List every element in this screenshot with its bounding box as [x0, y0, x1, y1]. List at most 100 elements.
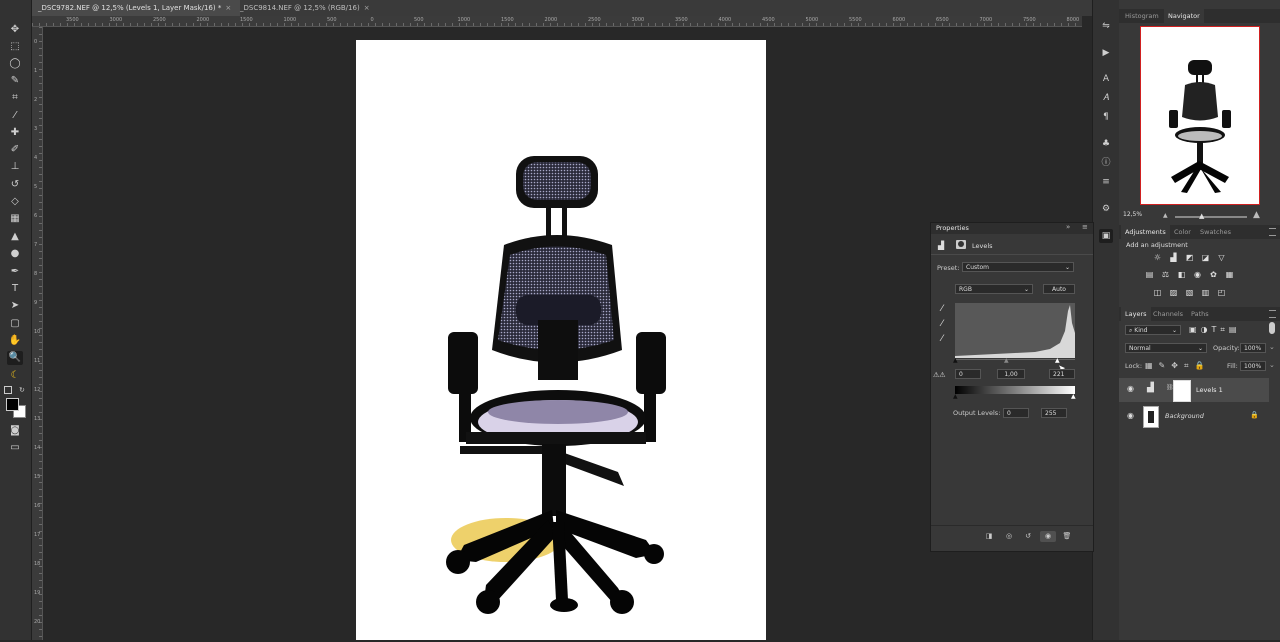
layer-name[interactable]: Background [1165, 412, 1204, 420]
gray-point-eyedropper-icon[interactable]: ⁄ [936, 318, 948, 330]
input-black-field[interactable]: 0 [955, 369, 981, 379]
input-gamma-field[interactable]: 1,00 [997, 369, 1025, 379]
zoom-in-icon[interactable]: ▲ [1253, 210, 1260, 220]
lasso-icon[interactable]: ◯ [7, 57, 23, 71]
brush-settings-icon[interactable]: ♣ [1099, 137, 1113, 151]
history-panel-icon[interactable]: ⇋ [1099, 19, 1113, 33]
properties-header[interactable]: Properties » ≡ [931, 223, 1093, 234]
input-black-slider[interactable]: ▲ [953, 357, 958, 364]
brush-icon[interactable]: ✐ [7, 143, 23, 157]
healing-icon[interactable]: ✚ [7, 126, 23, 140]
chevron-down-icon[interactable]: ⌄ [1269, 361, 1275, 369]
tab-swatches[interactable]: Swatches [1200, 225, 1231, 239]
eye-icon[interactable]: ◉ [1127, 411, 1134, 420]
navigator-zoom-slider[interactable] [1175, 216, 1247, 218]
tab-color[interactable]: Color [1174, 225, 1191, 239]
brightness-contrast-icon[interactable]: ☼ [1152, 253, 1163, 263]
history-brush-icon[interactable]: ↺ [7, 178, 23, 192]
adjust-sliders-icon[interactable]: ≡ [1099, 175, 1113, 189]
document-canvas[interactable] [356, 40, 766, 640]
color-balance-icon[interactable]: ⚖ [1160, 270, 1171, 280]
type-icon[interactable]: T [7, 282, 23, 296]
white-point-eyedropper-icon[interactable]: ⁄ [936, 333, 948, 345]
input-gamma-slider[interactable]: ▲ [1004, 357, 1009, 364]
invert-icon[interactable]: ◫ [1152, 288, 1163, 298]
exposure-adj-icon[interactable]: ◪ [1200, 253, 1211, 263]
layer-row-background[interactable]: ◉ Background 🔒 [1119, 404, 1269, 428]
screen-mode-icon[interactable]: ▭ [7, 441, 23, 455]
path-select-icon[interactable]: ➤ [7, 299, 23, 313]
zoom-slider-handle[interactable]: ▲ [1199, 212, 1204, 220]
pen-icon[interactable]: ✒ [7, 265, 23, 279]
output-black-field[interactable]: 0 [1003, 408, 1029, 418]
hand-icon[interactable]: ✋ [7, 334, 23, 348]
filter-toggle-icon[interactable] [1269, 322, 1275, 334]
close-icon[interactable]: × [225, 4, 231, 12]
info-panel-icon[interactable]: ⓘ [1099, 156, 1113, 170]
eye-icon[interactable]: ◉ [1127, 384, 1134, 393]
trash-icon[interactable]: 🗑 [1059, 531, 1075, 542]
lock-icons[interactable]: ▦✎✥⌗🔒 [1145, 361, 1210, 371]
visibility-eye-icon[interactable]: ◉ [1040, 531, 1056, 542]
black-white-icon[interactable]: ◧ [1176, 270, 1187, 280]
tab-document-2[interactable]: _DSC9814.NEF @ 12,5% (RGB/16) × [234, 0, 376, 16]
channel-select[interactable]: RGB ⌄ [955, 284, 1033, 294]
character-panel-icon[interactable]: A [1099, 72, 1113, 86]
panel-menu-icon[interactable] [1269, 228, 1276, 236]
tab-channels[interactable]: Channels [1153, 307, 1183, 321]
marquee-icon[interactable]: ⬚ [7, 40, 23, 54]
foreground-color-swatch[interactable] [6, 398, 19, 411]
layer-row-levels[interactable]: ◉ ▟ ⛓ Levels 1 [1119, 378, 1269, 402]
output-black-slider[interactable]: ▲ [953, 393, 958, 400]
levels-adj-icon[interactable]: ▟ [1168, 253, 1179, 263]
paragraph-panel-icon[interactable]: ¶ [1099, 110, 1113, 124]
blur-icon[interactable]: ▲ [7, 230, 23, 244]
reset-icon[interactable]: ↺ [1020, 531, 1036, 542]
properties-panel-icon[interactable]: ▣ [1099, 229, 1113, 243]
preset-select[interactable]: Custom ⌄ [962, 262, 1074, 272]
warning-clip-icon[interactable]: ⚠⚠ [933, 371, 946, 379]
navigator-preview[interactable] [1140, 26, 1260, 205]
default-colors-icon[interactable] [4, 386, 12, 394]
ruler-top[interactable]: 3500 3000 2500 2000 1500 1000 500 0 500 1000 1500 2… [32, 16, 1123, 27]
layer-mask-icon[interactable] [956, 240, 966, 249]
ruler-left[interactable]: 0 1 2 3 4 5 6 7 8 9 10 11 12 13 14 15 16 17 18 19 20 [32, 27, 43, 640]
threshold-icon[interactable]: ▧ [1184, 288, 1195, 298]
navigator-zoom-value[interactable]: 12,5% [1123, 211, 1142, 218]
zoom-icon[interactable]: 🔍 [7, 351, 23, 365]
quick-select-icon[interactable]: ✎ [7, 74, 23, 88]
zoom-out-icon[interactable]: ▲ [1163, 212, 1168, 219]
tab-document-1[interactable]: _DSC9782.NEF @ 12,5% (Levels 1, Layer Ma… [32, 0, 240, 16]
curves-adj-icon[interactable]: ◩ [1184, 253, 1195, 263]
tab-paths[interactable]: Paths [1191, 307, 1209, 321]
swap-colors-icon[interactable]: ↻ [19, 386, 25, 394]
tab-layers[interactable]: Layers [1121, 307, 1151, 321]
output-white-slider[interactable]: ▲ [1071, 393, 1076, 400]
clip-to-layer-icon[interactable]: ◨ [981, 531, 997, 542]
crop-icon[interactable]: ⌗ [7, 91, 23, 105]
view-previous-icon[interactable]: ◎ [1001, 531, 1017, 542]
black-point-eyedropper-icon[interactable]: ⁄ [936, 303, 948, 315]
posterize-icon[interactable]: ▨ [1168, 288, 1179, 298]
move-icon[interactable]: ✥ [7, 23, 23, 37]
fill-input[interactable]: 100% [1240, 361, 1266, 371]
character-styles-icon[interactable]: 𝐴 [1099, 91, 1113, 105]
input-white-slider[interactable]: ▲ [1055, 357, 1060, 364]
output-white-field[interactable]: 255 [1041, 408, 1067, 418]
collapse-icon[interactable]: » [1066, 223, 1070, 231]
gradient-map-icon[interactable]: ▥ [1200, 288, 1211, 298]
dodge-icon[interactable]: ● [7, 247, 23, 261]
layer-name[interactable]: Levels 1 [1196, 386, 1223, 394]
selective-color-icon[interactable]: ◰ [1216, 288, 1227, 298]
tab-histogram[interactable]: Histogram [1125, 9, 1159, 23]
actions-panel-icon[interactable]: ▶ [1099, 46, 1113, 60]
panel-menu-icon[interactable] [1269, 310, 1276, 318]
eyedropper-icon[interactable]: ⁄ [7, 109, 23, 123]
blend-mode-select[interactable]: Normal ⌄ [1125, 343, 1207, 353]
tab-adjustments[interactable]: Adjustments [1121, 225, 1170, 239]
vibrance-adj-icon[interactable]: ▽ [1216, 253, 1227, 263]
quick-mask-icon[interactable]: ◙ [7, 424, 23, 438]
channel-mixer-icon[interactable]: ✿ [1208, 270, 1219, 280]
stamp-icon[interactable]: ⊥ [7, 160, 23, 174]
layer-thumbnail[interactable] [1143, 406, 1159, 428]
